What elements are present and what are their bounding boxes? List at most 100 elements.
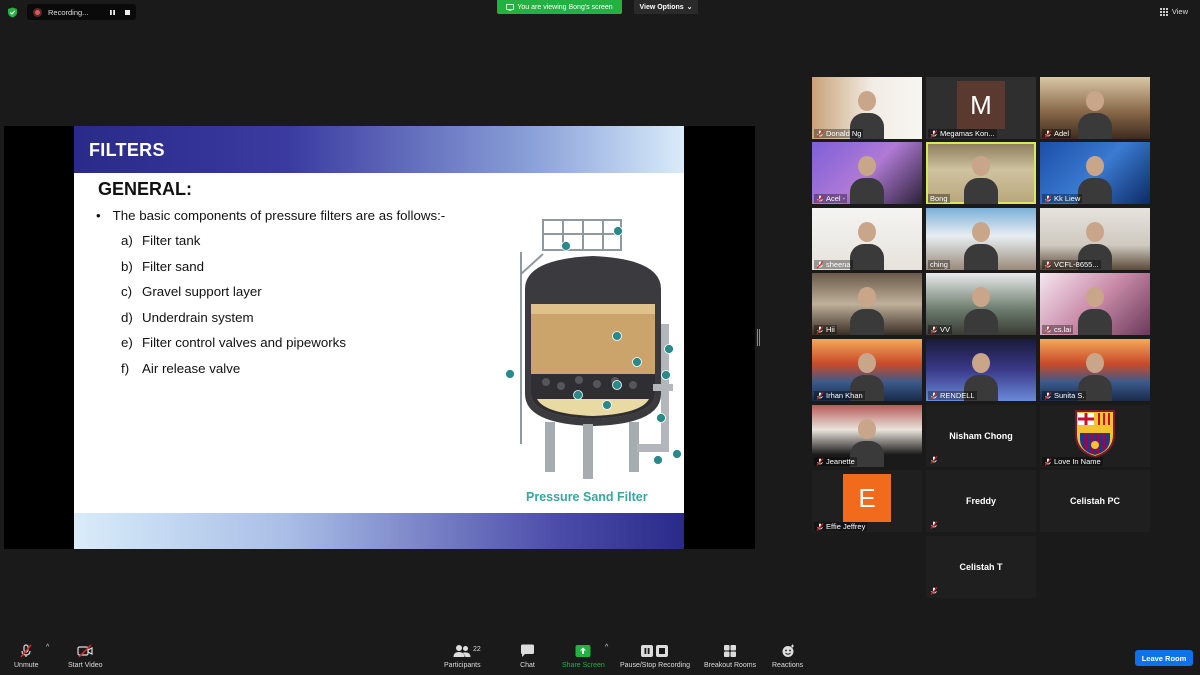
muted-mic-icon <box>930 456 938 464</box>
participant-tile[interactable]: Hii <box>812 273 922 335</box>
reactions-label: Reactions <box>772 662 804 669</box>
participant-name: Effie Jeffrey <box>814 522 868 531</box>
participant-tile[interactable]: Acel - <box>812 142 922 204</box>
participant-tile[interactable]: VV <box>926 273 1036 335</box>
avatar: E <box>843 474 891 522</box>
participant-tile[interactable]: M Megamas Kon... <box>926 77 1036 139</box>
pause-stop-recording-label: Pause/Stop Recording <box>620 662 691 669</box>
participant-tile[interactable]: Love In Name <box>1040 405 1150 467</box>
recording-indicator: Recording... <box>27 4 136 20</box>
audio-options-caret[interactable]: ^ <box>46 644 49 651</box>
list-item: c) Gravel support layer <box>121 284 346 310</box>
pause-stop-recording-button[interactable]: Pause/Stop Recording <box>620 644 690 669</box>
participant-name-label: Sunita S. <box>1054 391 1085 400</box>
participant-video-feed <box>1078 91 1112 139</box>
participant-tile[interactable]: ching <box>926 208 1036 270</box>
muted-mic-icon <box>816 194 824 203</box>
split-resize-handle[interactable] <box>757 329 760 346</box>
leave-room-button[interactable]: Leave Room <box>1135 650 1193 666</box>
participant-name: Megamas Kon... <box>928 129 997 138</box>
grid-view-icon <box>1159 7 1168 16</box>
unmute-label: Unmute <box>14 662 39 669</box>
video-off-icon <box>77 644 93 658</box>
participant-name-label: Irhan Khan <box>826 391 863 400</box>
recording-label: Recording... <box>48 7 89 17</box>
participants-icon <box>453 645 471 657</box>
pause-recording-icon[interactable] <box>107 7 117 17</box>
participant-video-feed <box>850 287 884 335</box>
list-item-label: b) <box>121 258 133 274</box>
participant-tile[interactable]: VCFL-8655... <box>1040 208 1150 270</box>
reactions-button[interactable]: Reactions <box>772 644 803 669</box>
filter-caption: Pressure Sand Filter <box>526 490 648 504</box>
participant-name-label: Hii <box>826 325 835 334</box>
participant-tile[interactable]: RENDELL <box>926 339 1036 401</box>
view-layout-button[interactable]: View <box>1159 7 1188 16</box>
muted-mic-icon <box>816 129 824 138</box>
participant-name: cs.lai <box>1042 325 1074 334</box>
participant-tile[interactable]: Jeanette <box>812 405 922 467</box>
participant-tile[interactable]: Donald Ng <box>812 77 922 139</box>
breakout-rooms-button[interactable]: Breakout Rooms <box>704 644 756 669</box>
participant-name-label: Donald Ng <box>826 129 862 138</box>
view-options-label: View Options <box>639 3 684 11</box>
participant-name-label: ching <box>930 260 948 269</box>
list-item: b) Filter sand <box>121 259 346 285</box>
participant-tile[interactable]: E Effie Jeffrey <box>812 470 922 532</box>
participant-tile[interactable]: Bong <box>926 142 1036 204</box>
muted-mic-icon <box>1044 325 1052 334</box>
participant-name: Acel - <box>814 194 848 203</box>
security-shield-icon[interactable] <box>7 7 18 18</box>
participant-name-label: sheena <box>826 260 851 269</box>
participant-tile[interactable]: Sunita S. <box>1040 339 1150 401</box>
slide-title: FILTERS <box>89 140 165 160</box>
participant-video-feed <box>850 156 884 204</box>
participant-name: Bong <box>928 194 950 203</box>
chevron-down-icon: ⌄ <box>686 4 693 11</box>
participant-display-name: Celistah T <box>959 562 1003 572</box>
participant-name: Kk Liew <box>1042 194 1083 203</box>
participant-name: sheena <box>814 260 853 269</box>
chat-button[interactable]: Chat <box>520 644 535 669</box>
stop-recording-icon[interactable] <box>122 7 132 17</box>
participant-tile[interactable]: cs.lai <box>1040 273 1150 335</box>
slide-bullet: • The basic components of pressure filte… <box>96 208 445 223</box>
unmute-button[interactable]: Unmute <box>14 644 39 669</box>
participant-tile[interactable]: Irhan Khan <box>812 339 922 401</box>
muted-mic-icon <box>930 129 938 138</box>
slide-footer-band <box>74 513 684 549</box>
participant-video-feed <box>964 287 998 335</box>
participant-name: Hii <box>814 325 837 334</box>
start-video-button[interactable]: Start Video <box>68 644 103 669</box>
participant-tile[interactable]: Adel <box>1040 77 1150 139</box>
list-item: e) Filter control valves and pipeworks <box>121 335 346 361</box>
participant-tile[interactable]: Nisham Chong <box>926 405 1036 467</box>
participant-tile[interactable]: Freddy <box>926 470 1036 532</box>
participant-tile[interactable]: Celistah T <box>926 536 1036 598</box>
presentation-slide: FILTERS GENERAL: • The basic components … <box>74 126 684 549</box>
muted-mic-icon <box>930 521 938 529</box>
reactions-smiley-icon <box>782 644 794 657</box>
meeting-toolbar: Unmute ^ Start Video Participants 22 Cha… <box>0 638 1200 675</box>
list-item-label: a) <box>121 233 133 248</box>
participant-name-label: cs.lai <box>1054 325 1072 334</box>
participant-video-feed <box>964 222 998 270</box>
muted-mic-icon <box>816 260 824 269</box>
view-options-button[interactable]: View Options ⌄ <box>634 0 698 14</box>
participant-name: Irhan Khan <box>814 391 865 400</box>
participant-name: Adel <box>1042 129 1072 138</box>
participant-tile[interactable]: Kk Liew <box>1040 142 1150 204</box>
share-options-caret[interactable]: ^ <box>605 644 608 651</box>
muted-mic-icon <box>1044 457 1052 466</box>
list-item-label: c) <box>121 284 133 300</box>
participant-video-feed <box>1078 287 1112 335</box>
participant-name: VV <box>928 325 953 334</box>
chat-label: Chat <box>520 662 535 669</box>
participant-tile[interactable]: sheena <box>812 208 922 270</box>
participant-name-label: VCFL-8655... <box>1054 260 1099 269</box>
participant-tile[interactable]: Celistah PC <box>1040 470 1150 532</box>
muted-mic-icon <box>1044 260 1052 269</box>
viewing-screen-text: You are viewing Bong's screen <box>517 3 613 11</box>
share-screen-button[interactable]: Share Screen <box>562 644 605 669</box>
list-item: a) Filter tank <box>121 233 346 259</box>
